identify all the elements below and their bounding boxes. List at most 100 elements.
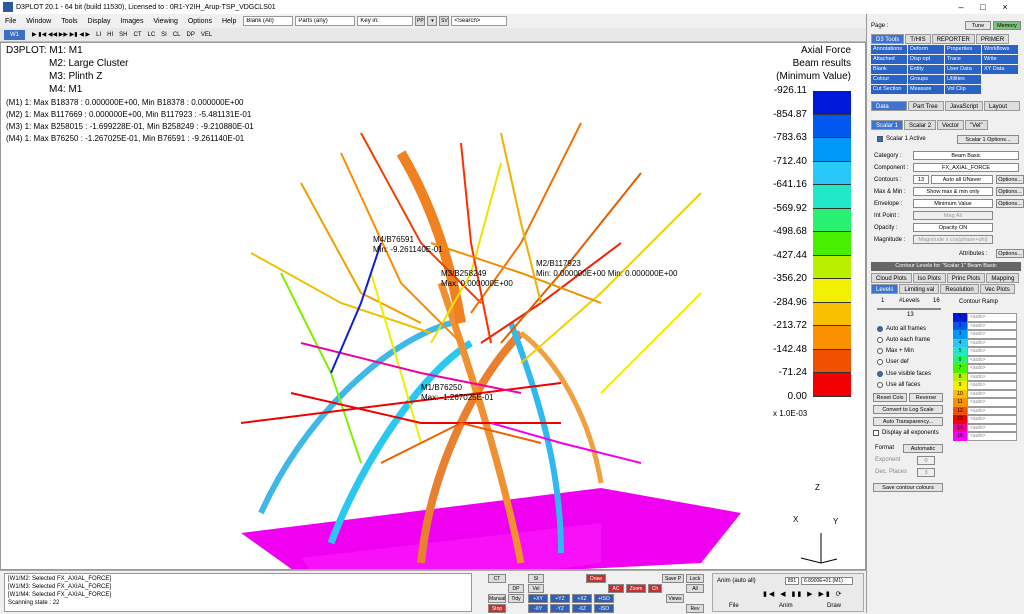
radio-auto-all-frames[interactable]: Auto all frames [877,326,926,332]
ramp-color-index[interactable]: 11 [953,398,967,407]
tool-lc[interactable]: LC [145,32,159,38]
tab-cloud-plots[interactable]: Cloud Plots [871,273,912,283]
log-scale-button[interactable]: Convert to Log Scale [873,405,943,414]
radio-user-def[interactable]: User def [877,359,909,365]
ramp-value-input[interactable]: <auto> [967,389,1017,398]
ramp-row[interactable]: 9 <auto> [953,381,1017,390]
tab-this[interactable]: T/HIS [905,34,931,44]
tool-li[interactable]: LI [93,32,104,38]
contours-input[interactable]: 13 [913,175,929,184]
stop-button[interactable]: Stop [488,604,506,613]
tool-dp[interactable]: DP [184,32,198,38]
ramp-color-index[interactable]: 5 [953,347,967,356]
window-tab-w1[interactable]: W1 [4,29,25,40]
tool-vel[interactable]: VEL [198,32,215,38]
ramp-value-input[interactable]: <auto> [967,423,1017,432]
ramp-color-index[interactable]: 9 [953,381,967,390]
opacity-select[interactable]: Opacity ON [913,223,993,232]
tool-disp-opt[interactable]: Disp opt [908,55,944,64]
ramp-row[interactable]: 15 <auto> [953,432,1017,441]
ramp-row[interactable]: 5 <auto> [953,347,1017,356]
tool-trace[interactable]: Trace [945,55,981,64]
ramp-color-index[interactable]: 1 [953,313,967,322]
menu-file[interactable]: File [0,18,21,25]
view-miso[interactable]: -ISO [594,604,614,613]
ramp-row[interactable]: 6 <auto> [953,355,1017,364]
menu-options[interactable]: Options [183,18,217,25]
view-myz[interactable]: -YZ [550,604,570,613]
ramp-value-input[interactable]: <auto> [967,406,1017,415]
tab-javascript[interactable]: JavaScript [945,101,983,111]
ramp-row[interactable]: 3 <auto> [953,330,1017,339]
radio-max-min[interactable]: Max + Min [877,348,914,354]
lock-button[interactable]: Lock [686,574,704,583]
ramp-color-index[interactable]: 14 [953,423,967,432]
component-select[interactable]: FX_AXIAL_FORCE [913,163,1019,172]
tool-entity[interactable]: Entity [908,65,944,74]
ramp-value-input[interactable]: <auto> [967,364,1017,373]
tool-write[interactable]: Write [982,55,1018,64]
tool-colour[interactable]: Colour [871,75,907,84]
save-contour-colours-button[interactable]: Save contour colours [873,483,943,492]
zoom-button[interactable]: Zoom [626,584,646,593]
anim-menu-anim[interactable]: Anim [779,603,793,609]
menu-images[interactable]: Images [115,18,148,25]
display-exponents-checkbox[interactable]: Display all exponents [873,430,939,436]
ramp-row[interactable]: 11 <auto> [953,398,1017,407]
tool-attached[interactable]: Attached [871,55,907,64]
close-icon[interactable]: × [994,0,1016,14]
radio-use-visible-faces[interactable]: Use visible faces [877,371,931,377]
tidy-button[interactable]: Tidy [508,594,524,603]
ramp-value-input[interactable]: <auto> [967,330,1017,339]
tool-deform[interactable]: Deform [908,45,944,54]
tab-vec-plots[interactable]: Vec Plots [979,284,1015,294]
minimize-icon[interactable]: – [950,0,972,14]
ramp-value-input[interactable]: <auto> [967,338,1017,347]
ct-button[interactable]: CT [488,574,506,583]
menu-help[interactable]: Help [217,18,241,25]
all-button[interactable]: All [686,584,704,593]
tab-primer[interactable]: PRIMER [975,34,1010,44]
ramp-color-index[interactable]: 4 [953,338,967,347]
search-input[interactable] [451,16,508,26]
maxmin-select[interactable]: Show max & min only [913,187,993,196]
ch-button[interactable]: Ch [648,584,662,593]
tool-properties[interactable]: Properties [945,45,981,54]
ramp-value-input[interactable]: <auto> [967,372,1017,381]
radio-auto-each-frame[interactable]: Auto each frame [877,337,930,343]
parts-select[interactable] [295,16,356,26]
tool-hi[interactable]: HI [104,32,116,38]
ramp-row[interactable]: 12 <auto> [953,406,1017,415]
tool-measure[interactable]: Measure [908,85,944,94]
playback-icons[interactable]: ▶ ▮◀ ◀◀ ▶▶ ▶▮ ◀ ▶ [29,31,93,38]
memory-button[interactable]: Memory [993,21,1021,30]
auto-naver-button[interactable]: Auto all UNaver [931,175,993,184]
ramp-color-index[interactable]: 7 [953,364,967,373]
views-button[interactable]: Views [666,594,684,603]
tool-cl[interactable]: CL [170,32,184,38]
sv-button[interactable]: SV [439,16,450,26]
anim-menu-file[interactable]: File [729,603,739,609]
tab-d3-tools[interactable]: D3 Tools [871,34,905,44]
attributes-options-button[interactable]: Options... [996,249,1024,258]
rev-button[interactable]: Rev [686,604,704,613]
maxmin-options-button[interactable]: Options... [996,187,1024,196]
ramp-color-index[interactable]: 12 [953,406,967,415]
ramp-value-input[interactable]: <auto> [967,321,1017,330]
anim-frame-time[interactable]: 6.8900E+01 (M1) [801,577,853,585]
filter-icon[interactable]: ▾ [427,16,438,26]
view-pxz[interactable]: +XZ [572,594,592,603]
ramp-color-index[interactable]: 10 [953,389,967,398]
tab-iso-plots[interactable]: Iso Plots [912,273,946,283]
ramp-color-index[interactable]: 3 [953,330,967,339]
ramp-color-index[interactable]: 15 [953,432,967,441]
tool-utilities[interactable]: Utilities [945,75,981,84]
dp-button[interactable]: DP [508,584,524,593]
category-select[interactable]: Beam Basic [913,151,1019,160]
tab-part-tree[interactable]: Part Tree [908,101,944,111]
ramp-row[interactable]: 10 <auto> [953,389,1017,398]
ramp-row[interactable]: 7 <auto> [953,364,1017,373]
ramp-value-input[interactable]: <auto> [967,313,1017,322]
manual-button[interactable]: Manual [488,594,506,603]
tab-vel[interactable]: "Vel" [965,120,988,130]
